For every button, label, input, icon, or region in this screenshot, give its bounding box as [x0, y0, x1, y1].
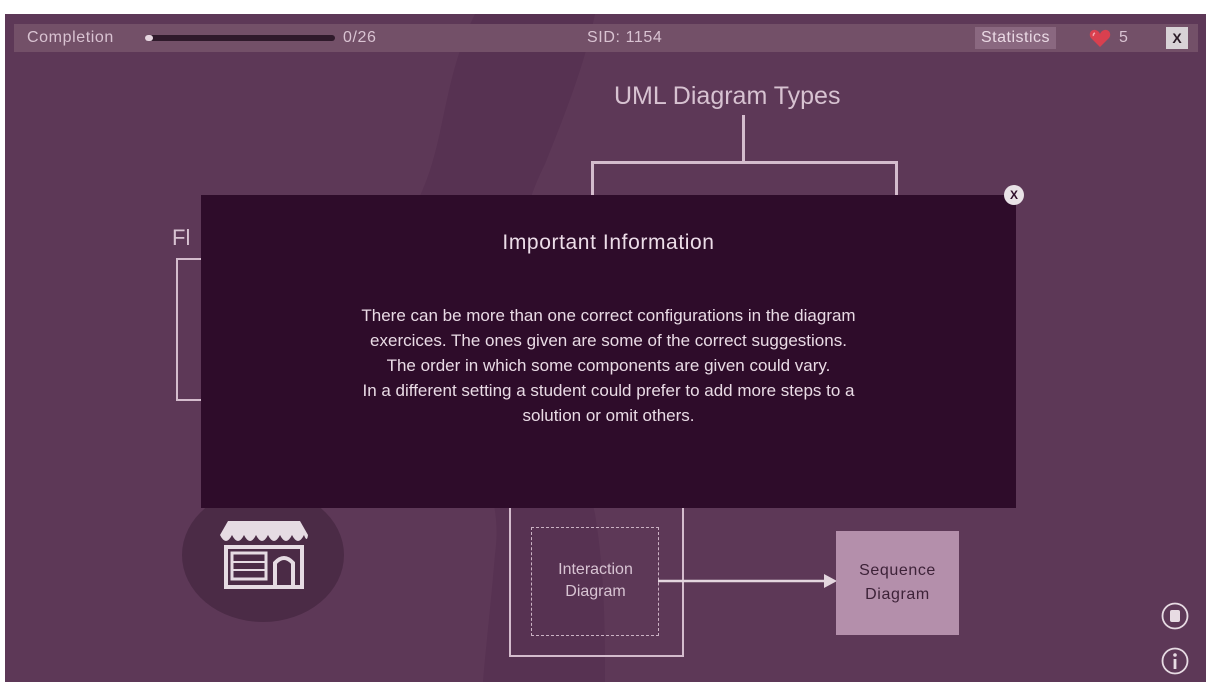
diagram-title: UML Diagram Types [614, 82, 841, 110]
sid-prefix: SID: [587, 29, 621, 46]
store-icon[interactable] [218, 519, 310, 589]
branch-horizontal [591, 161, 898, 164]
modal-body: There can be more than one correct confi… [241, 303, 976, 428]
completion-progress-fill [145, 35, 153, 41]
sequence-node-label: Sequence Diagram [859, 562, 936, 603]
flow-diagram-label: Fl [172, 225, 191, 250]
completion-count: 0/26 [343, 29, 377, 46]
completion-label: Completion [27, 29, 114, 46]
modal-close-button[interactable]: X [1004, 185, 1024, 205]
info-modal: Important Information There can be more … [201, 195, 1016, 508]
scroll-icon[interactable] [1161, 602, 1189, 630]
close-app-button[interactable]: X [1166, 27, 1188, 49]
modal-title: Important Information [502, 231, 715, 254]
arrow-to-sequence [658, 574, 837, 588]
top-white-tab [533, 0, 685, 14]
modal-line: There can be more than one correct confi… [361, 306, 856, 325]
info-icon[interactable] [1161, 647, 1189, 675]
modal-line: The order in which some components are g… [386, 356, 831, 375]
app-window: UML Diagram Types Fl Interaction Diagram… [0, 0, 1206, 682]
sid-value: 1154 [625, 29, 663, 46]
lives-count: 5 [1119, 29, 1129, 46]
interaction-node-label: Interaction Diagram [558, 561, 633, 600]
top-bar: Completion 0/26 SID: 1154 Statistics 5 X [14, 24, 1198, 52]
title-connector [742, 115, 745, 162]
modal-line: solution or omit others. [522, 406, 695, 425]
sequence-diagram-node[interactable]: Sequence Diagram [836, 531, 959, 635]
modal-line: exercices. The ones given are some of th… [370, 331, 847, 350]
modal-line: In a different setting a student could p… [362, 381, 855, 400]
statistics-button[interactable]: Statistics [975, 27, 1057, 49]
completion-progress-bar [145, 35, 335, 41]
heart-icon [1089, 29, 1111, 47]
sid-label: SID: 1154 [587, 24, 662, 52]
